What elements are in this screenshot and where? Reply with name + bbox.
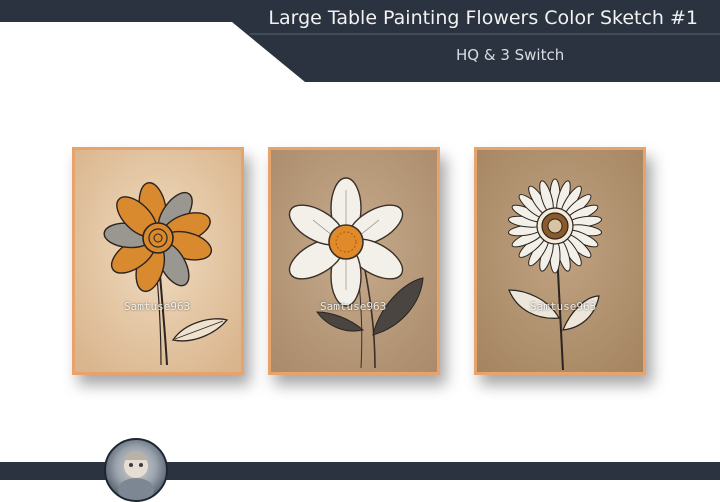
page-subtitle: HQ & 3 Switch — [456, 46, 565, 64]
avatar-portrait — [118, 451, 154, 500]
watermark: Samtuse963 — [124, 300, 191, 313]
white-sunflower-illustration — [477, 150, 643, 372]
painting-frame-3[interactable]: Samtuse963 — [474, 147, 646, 375]
painting-frame-1[interactable]: Samtuse963 — [72, 147, 244, 375]
painting-frame-2[interactable]: Samtuse963 — [268, 147, 440, 375]
orange-gray-daisy-illustration — [75, 150, 241, 372]
doll-avatar-icon — [104, 438, 168, 502]
white-petal-flower-illustration — [271, 150, 437, 372]
header-banner: Large Table Painting Flowers Color Sketc… — [0, 0, 720, 82]
page-title: Large Table Painting Flowers Color Sketc… — [268, 7, 698, 29]
watermark: Samtuse963 — [530, 300, 597, 313]
watermark: Samtuse963 — [320, 300, 387, 313]
